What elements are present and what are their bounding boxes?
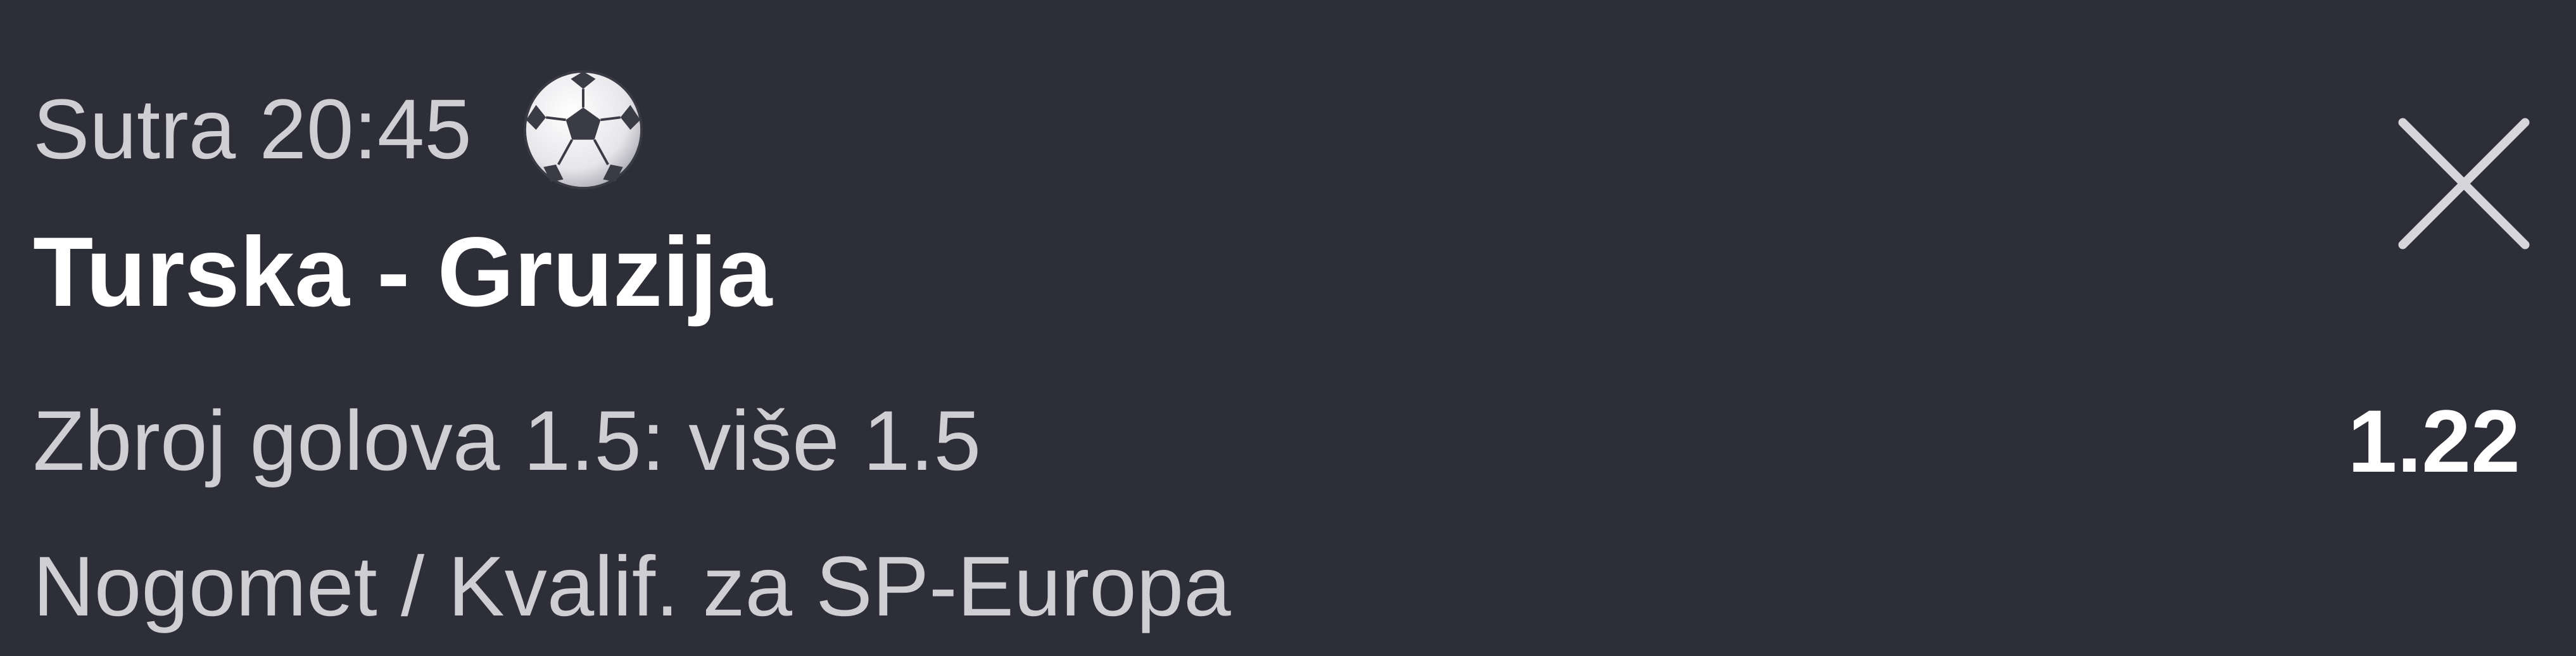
competition-label: Nogomet / Kvalif. za SP-Europa	[33, 539, 1231, 634]
kickoff-time: Sutra 20:45	[33, 82, 472, 177]
bet-selection: Zbroj golova 1.5: više 1.5	[33, 394, 982, 488]
bet-slip-item: Sutra 20:45 Turska - Gruzija Zbroj golov…	[0, 0, 2576, 656]
match-title: Turska - Gruzija	[33, 217, 773, 327]
soccer-ball-icon	[523, 70, 643, 190]
kickoff-row: Sutra 20:45	[33, 70, 645, 190]
close-icon[interactable]	[2391, 111, 2537, 256]
odds-value: 1.22	[2347, 391, 2520, 491]
remove-bet-button[interactable]	[2391, 111, 2537, 256]
